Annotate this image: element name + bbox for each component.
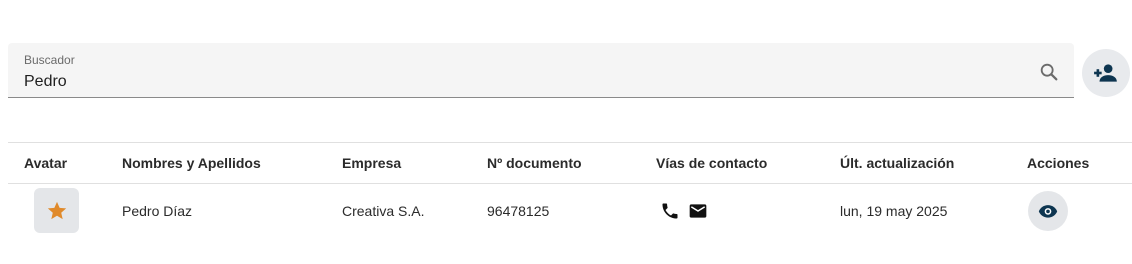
column-header-avatar[interactable]: Avatar bbox=[24, 155, 67, 171]
search-input[interactable] bbox=[24, 71, 1004, 93]
column-header-company[interactable]: Empresa bbox=[342, 155, 401, 171]
view-button[interactable] bbox=[1028, 191, 1068, 231]
column-header-contact[interactable]: Vías de contacto bbox=[656, 155, 767, 171]
cell-updated: lun, 19 may 2025 bbox=[840, 203, 948, 219]
column-header-document[interactable]: Nº documento bbox=[487, 155, 582, 171]
contacts-table: Avatar Nombres y Apellidos Empresa Nº do… bbox=[8, 142, 1132, 240]
cell-document: 96478125 bbox=[487, 203, 550, 219]
column-header-actions: Acciones bbox=[1027, 155, 1090, 171]
email-icon[interactable] bbox=[688, 201, 708, 221]
phone-icon[interactable] bbox=[660, 201, 680, 221]
person-add-icon bbox=[1094, 64, 1117, 82]
eye-icon bbox=[1038, 205, 1058, 218]
search-label: Buscador bbox=[24, 53, 75, 67]
cell-company: Creativa S.A. bbox=[342, 203, 425, 219]
add-user-button[interactable] bbox=[1082, 49, 1130, 97]
column-header-name[interactable]: Nombres y Apellidos bbox=[122, 155, 261, 171]
cell-name: Pedro Díaz bbox=[122, 203, 193, 219]
search-icon[interactable] bbox=[1038, 61, 1060, 83]
column-header-updated[interactable]: Últ. actualización bbox=[840, 155, 954, 171]
star-icon bbox=[47, 201, 66, 219]
table-header: Avatar Nombres y Apellidos Empresa Nº do… bbox=[8, 143, 1132, 184]
avatar bbox=[34, 188, 79, 233]
search-field[interactable]: Buscador bbox=[8, 43, 1074, 98]
table-row[interactable]: Pedro Díaz Creativa S.A. 96478125 lun, 1… bbox=[8, 184, 1132, 240]
